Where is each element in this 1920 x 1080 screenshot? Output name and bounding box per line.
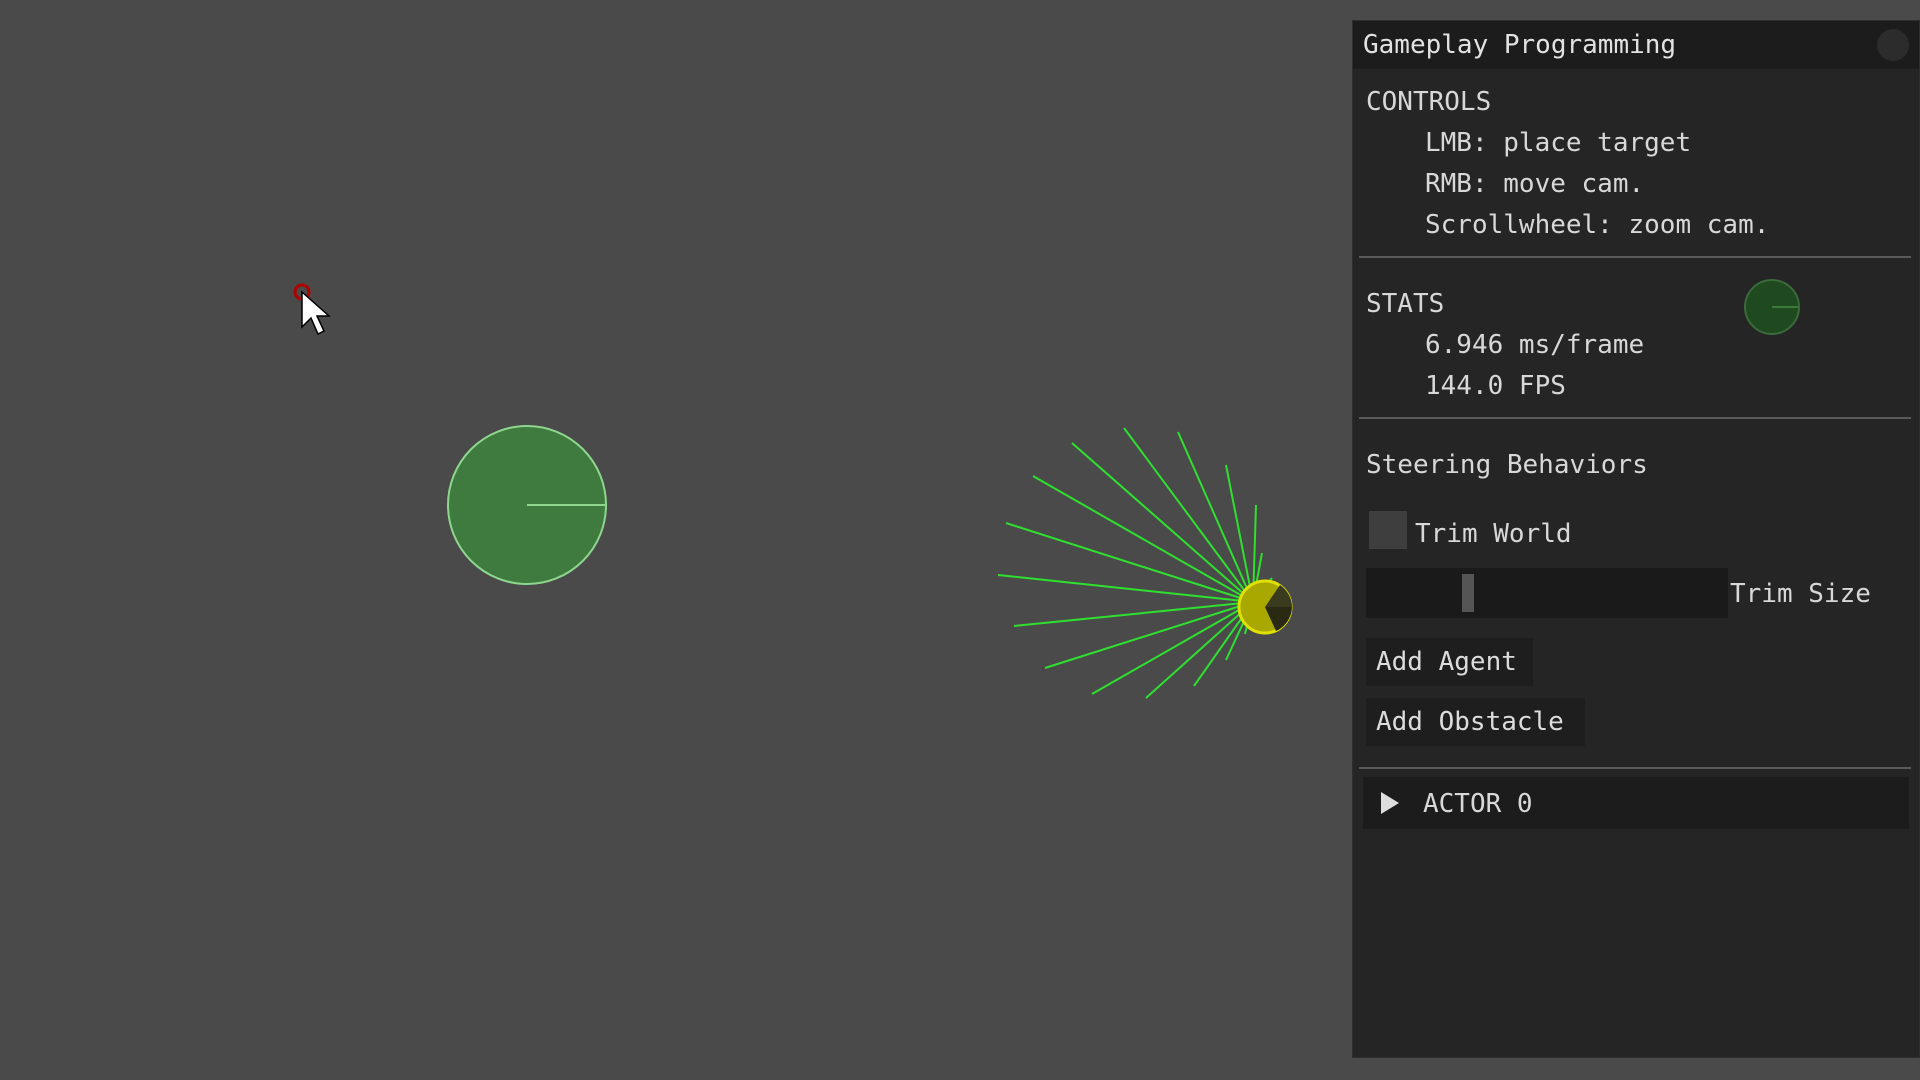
- separator: [1359, 417, 1911, 419]
- agent: [1237, 579, 1293, 635]
- separator: [1359, 256, 1911, 258]
- sensor-ray: [1145, 601, 1254, 699]
- separator: [1359, 767, 1911, 769]
- stats-indicator-icon: [1744, 279, 1800, 335]
- add-obstacle-button[interactable]: Add Obstacle: [1366, 698, 1585, 746]
- actor-node-label: ACTOR 0: [1423, 789, 1533, 819]
- controls-line-scroll: Scrollwheel: zoom cam.: [1425, 210, 1770, 240]
- trim-world-label: Trim World: [1415, 519, 1572, 549]
- agent-sensor-rays: [997, 427, 1273, 699]
- stats-fps: 144.0 FPS: [1425, 371, 1566, 401]
- steering-header: Steering Behaviors: [1366, 450, 1648, 480]
- sensor-ray: [1005, 522, 1254, 603]
- debug-panel: Gameplay Programming CONTROLS LMB: place…: [1352, 20, 1920, 1058]
- controls-line-rmb: RMB: move cam.: [1425, 169, 1645, 199]
- trim-size-label: Trim Size: [1730, 579, 1871, 609]
- panel-title: Gameplay Programming: [1363, 30, 1677, 60]
- controls-header: CONTROLS: [1366, 87, 1492, 117]
- add-agent-button[interactable]: Add Agent: [1366, 638, 1533, 686]
- trim-size-slider[interactable]: [1366, 568, 1728, 618]
- actor-tree-node[interactable]: ACTOR 0: [1363, 777, 1909, 829]
- stats-ms-per-frame: 6.946 ms/frame: [1425, 330, 1645, 360]
- collapse-button[interactable]: [1877, 29, 1909, 61]
- trim-size-slider-grab[interactable]: [1462, 574, 1474, 612]
- stats-header: STATS: [1366, 289, 1445, 319]
- controls-line-lmb: LMB: place target: [1425, 128, 1692, 158]
- trim-world-checkbox[interactable]: [1369, 511, 1407, 549]
- panel-titlebar[interactable]: Gameplay Programming: [1353, 21, 1919, 69]
- obstacle: [447, 425, 607, 585]
- mouse-cursor-icon: [301, 290, 331, 336]
- expand-arrow-icon[interactable]: [1381, 792, 1399, 814]
